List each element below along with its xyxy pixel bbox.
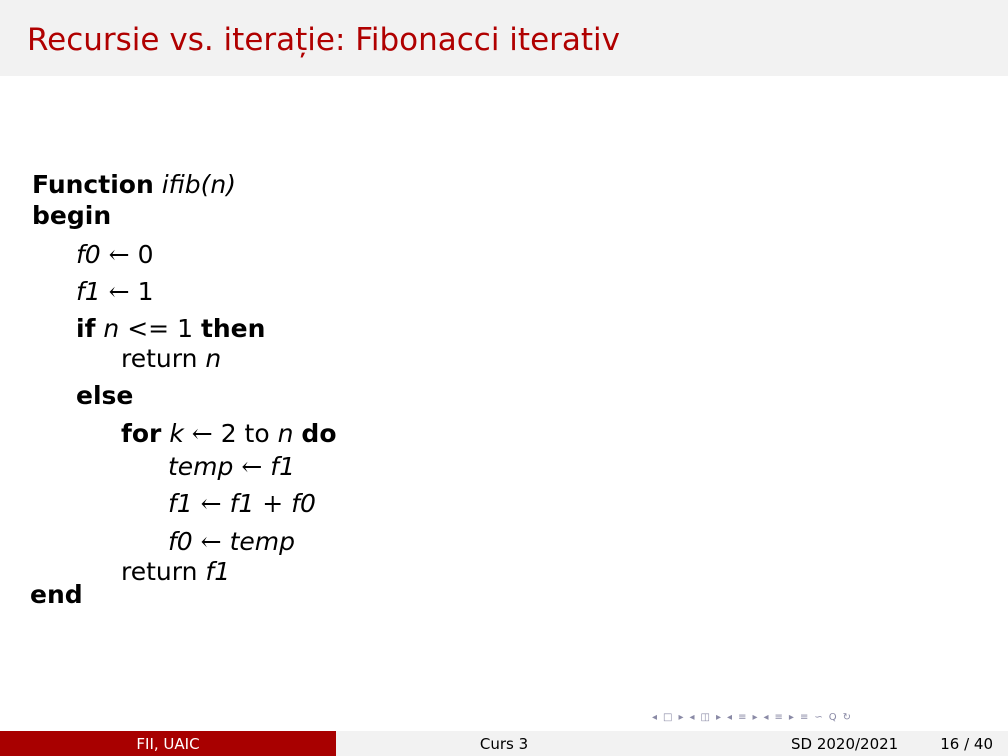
assign-arrow: ← [200, 489, 222, 518]
plus-operator: + [262, 489, 284, 518]
do-keyword: do [301, 419, 337, 448]
end-keyword: end [30, 580, 83, 609]
nav-search-icon[interactable]: Q [829, 712, 837, 723]
var: f0 [76, 240, 101, 269]
else-keyword: else [76, 381, 134, 410]
var: f1 [270, 452, 295, 481]
footer-institution: FII, UAIC [0, 731, 336, 756]
var: f0 [168, 527, 193, 556]
nav-next-frame-icon[interactable]: ▸ [678, 712, 683, 723]
var: f0 [291, 489, 316, 518]
nav-doc-icon[interactable]: ≡ [775, 712, 783, 723]
var: f1 [168, 489, 193, 518]
assign-f0-line: f0 ← 0 [76, 240, 153, 270]
nav-back-icon[interactable]: ∽ [814, 712, 822, 723]
algorithm-block: Function ifib(n) begin f0 ← 0 f1 ← 1 if … [0, 0, 1008, 700]
nav-prev-frame-icon[interactable]: ◂ [652, 712, 657, 723]
var: f1 [76, 277, 101, 306]
footer-course: Curs 3 [336, 731, 672, 756]
nav-forward-icon[interactable]: ↻ [843, 712, 851, 723]
footer-term: SD 2020/2021 [790, 734, 899, 753]
footer-right: SD 2020/2021 16 / 40 [672, 731, 1008, 756]
nav-subsection-icon[interactable]: ◫ [701, 712, 710, 723]
for-keyword: for [121, 419, 162, 448]
for-line: for k ← 2 to n do [121, 419, 337, 449]
temp-assign-line: temp ← f1 [168, 452, 295, 482]
assign-arrow: ← [200, 527, 222, 556]
f1-sum-line: f1 ← f1 + f0 [168, 489, 316, 519]
return-f1-line: return f1 [121, 557, 230, 587]
footer-page-number: 16 / 40 [940, 734, 993, 753]
if-line: if n <= 1 then [76, 314, 265, 344]
comparison-operator: <= [127, 314, 170, 343]
function-line: Function ifib(n) [32, 170, 236, 200]
var: f1 [205, 557, 231, 586]
value: 0 [137, 240, 154, 269]
value: 1 [177, 314, 193, 343]
nav-next-section-icon[interactable]: ▸ [752, 712, 757, 723]
nav-prev-subsection-icon[interactable]: ◂ [690, 712, 695, 723]
var: n [277, 419, 294, 448]
beamer-navigation: ◂ □ ▸ ◂ ◫ ▸ ◂ ≡ ▸ ◂ ≡ ▸ ≡ ∽ Q ↻ [652, 708, 1002, 726]
assign-arrow: ← [108, 277, 130, 306]
return-keyword: return [121, 344, 198, 373]
value: 2 [220, 419, 237, 448]
nav-prev-doc-icon[interactable]: ◂ [763, 712, 768, 723]
var: temp [229, 527, 295, 556]
var: n [103, 314, 120, 343]
if-keyword: if [76, 314, 96, 343]
return-n-line: return n [121, 344, 221, 374]
assign-arrow: ← [191, 419, 213, 448]
begin-keyword: begin [32, 201, 112, 230]
nav-section-icon[interactable]: ≡ [738, 712, 746, 723]
var: temp [168, 452, 234, 481]
nav-prev-section-icon[interactable]: ◂ [727, 712, 732, 723]
return-keyword: return [121, 557, 198, 586]
to-keyword: to [244, 419, 270, 448]
f0-assign-line: f0 ← temp [168, 527, 295, 557]
assign-arrow: ← [241, 452, 263, 481]
var: k [169, 419, 184, 448]
footer: FII, UAIC Curs 3 SD 2020/2021 16 / 40 [0, 731, 1008, 756]
nav-frame-icon[interactable]: □ [663, 712, 672, 723]
then-keyword: then [200, 314, 266, 343]
function-name: ifib(n) [161, 170, 237, 199]
assign-f1-line: f1 ← 1 [76, 277, 153, 307]
var: n [205, 344, 222, 373]
value: 1 [137, 277, 154, 306]
assign-arrow: ← [108, 240, 130, 269]
function-keyword: Function [32, 170, 154, 199]
nav-next-doc-icon[interactable]: ▸ [789, 712, 794, 723]
nav-next-subsection-icon[interactable]: ▸ [716, 712, 721, 723]
nav-appendix-icon[interactable]: ≡ [800, 712, 808, 723]
var: f1 [229, 489, 255, 518]
